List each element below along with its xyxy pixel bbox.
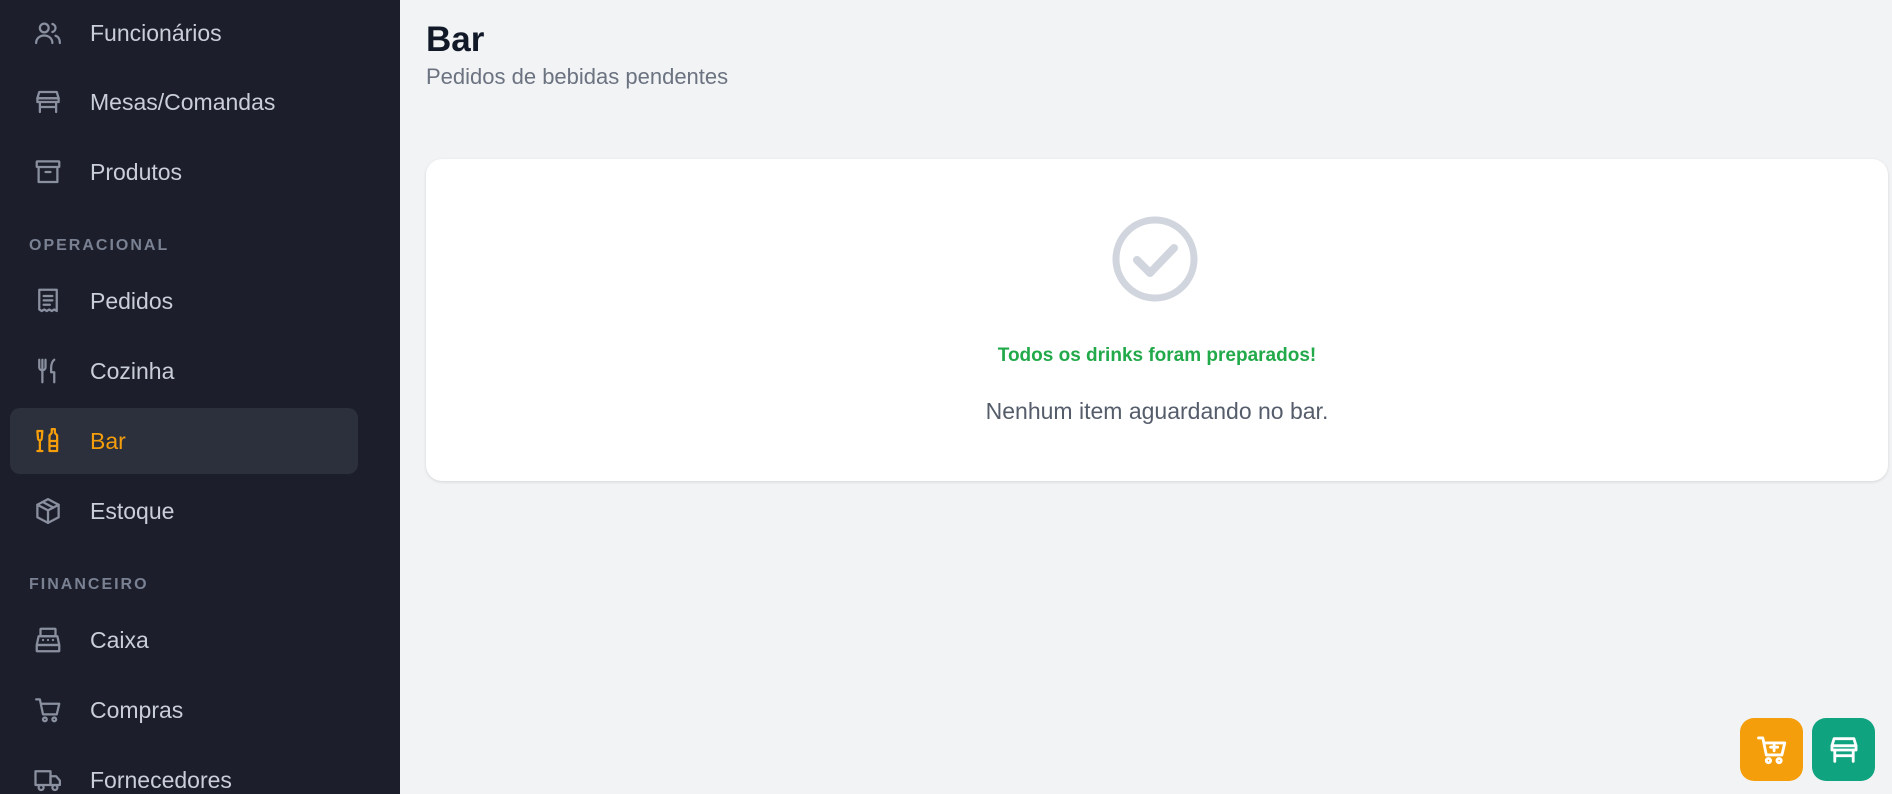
empty-state-message: Nenhum item aguardando no bar.: [985, 398, 1329, 424]
page-subtitle: Pedidos de bebidas pendentes: [426, 64, 729, 89]
sidebar-item-label: Mesas/Comandas: [90, 88, 276, 115]
bottles-icon: [30, 423, 66, 459]
users-icon: [30, 15, 66, 51]
add-to-cart-icon: [1756, 736, 1786, 764]
table-icon: [1830, 736, 1857, 763]
sidebar-item-bar[interactable]: Bar: [10, 408, 358, 474]
cart-icon: [30, 692, 66, 728]
sidebar-item-cozinha[interactable]: Cozinha: [10, 338, 358, 404]
add-to-cart-fab-button[interactable]: [1740, 718, 1803, 781]
sidebar-item-label: Estoque: [90, 497, 175, 524]
section-label-financeiro: FINANCEIRO: [29, 576, 149, 593]
sidebar-item-label: Fornecedores: [90, 766, 232, 793]
main-content: Bar Pedidos de bebidas pendentes Todos o…: [400, 0, 1892, 794]
check-circle-icon: [1112, 216, 1198, 302]
tables-fab-button[interactable]: [1812, 718, 1875, 781]
page-title: Bar: [426, 20, 485, 59]
sidebar-item-estoque[interactable]: Estoque: [10, 478, 358, 544]
table-icon: [30, 84, 66, 120]
utensils-icon: [30, 353, 66, 389]
empty-state-card: Todos os drinks foram preparados! Nenhum…: [426, 159, 1888, 481]
package-icon: [30, 493, 66, 529]
sidebar-item-label: Compras: [90, 696, 184, 723]
archive-icon: [30, 154, 66, 190]
sidebar-item-label: Caixa: [90, 626, 149, 653]
sidebar-item-label: Bar: [90, 427, 126, 454]
sidebar-item-label: Produtos: [90, 158, 183, 185]
sidebar-item-pedidos[interactable]: Pedidos: [10, 268, 358, 334]
sidebar-item-mesas-comandas[interactable]: Mesas/Comandas: [10, 69, 358, 135]
cash-register-icon: [30, 622, 66, 658]
empty-state-title: Todos os drinks foram preparados!: [997, 345, 1317, 366]
sidebar-item-compras[interactable]: Compras: [10, 677, 358, 743]
sidebar-item-produtos[interactable]: Produtos: [10, 139, 358, 205]
sidebar-item-funcionarios[interactable]: Funcionários: [10, 0, 358, 66]
section-label-operacional: OPERACIONAL: [29, 237, 170, 254]
sidebar: Funcionários Mesas/Comandas Produtos OPE…: [0, 0, 400, 794]
sidebar-item-label: Pedidos: [90, 287, 174, 314]
sidebar-item-label: Funcionários: [90, 19, 222, 46]
sidebar-item-label: Cozinha: [90, 357, 175, 384]
truck-icon: [30, 762, 66, 794]
sidebar-item-fornecedores[interactable]: Fornecedores: [10, 747, 358, 794]
receipt-icon: [30, 283, 66, 319]
sidebar-item-caixa[interactable]: Caixa: [10, 607, 358, 673]
